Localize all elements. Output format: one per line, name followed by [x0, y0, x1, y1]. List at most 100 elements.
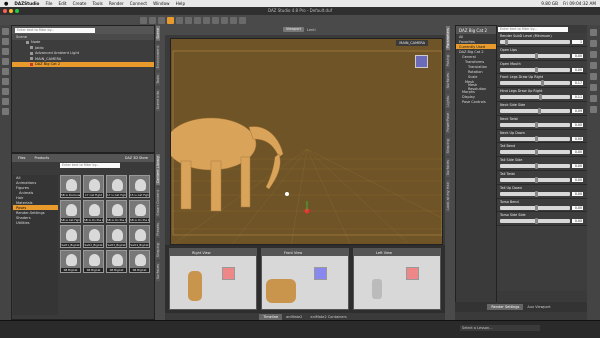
- param-slider[interactable]: Neck Up Down 0.00: [497, 130, 587, 144]
- toolbar-button[interactable]: [221, 16, 228, 24]
- panel-icon[interactable]: [590, 84, 597, 91]
- aux-view-left[interactable]: Left View: [353, 248, 441, 310]
- param-slider[interactable]: Tail Up Down 0.00: [497, 185, 587, 199]
- param-slider[interactable]: Tail Side Side 0.00: [497, 157, 587, 171]
- slider-track[interactable]: [500, 108, 570, 113]
- undo-icon[interactable]: [2, 68, 9, 75]
- tab-aux-viewport[interactable]: Aux Viewport: [523, 304, 554, 310]
- tab-surfaces-2[interactable]: Surfaces: [446, 158, 450, 178]
- toolbar-button[interactable]: [185, 16, 192, 24]
- content-thumbnail[interactable]: 17 is Cat Fight: [106, 175, 127, 198]
- tab-look-at-my-hair[interactable]: Look at my Hair: [446, 180, 450, 212]
- panel-icon[interactable]: [590, 29, 597, 36]
- panel-icon[interactable]: [590, 106, 597, 113]
- tab-content-library[interactable]: Content Library: [156, 154, 160, 186]
- tab-environment[interactable]: Environment: [156, 43, 160, 71]
- content-thumbnail[interactable]: SB is On the Roll: [106, 200, 127, 223]
- slider-knob[interactable]: [535, 176, 538, 183]
- param-slider[interactable]: Neck Twist 0.00: [497, 116, 587, 130]
- slider-knob[interactable]: [535, 66, 538, 73]
- 3d-viewport[interactable]: MAIN_CAMERA: [170, 38, 443, 245]
- param-slider[interactable]: Torso Bend 0.00: [497, 199, 587, 213]
- param-slider[interactable]: Neck Side Side 0.09: [497, 102, 587, 116]
- tab-shaping[interactable]: Shaping: [446, 136, 450, 156]
- content-thumbnail[interactable]: SB is On the Roll: [83, 200, 104, 223]
- panel-icon[interactable]: [590, 62, 597, 69]
- slider-knob[interactable]: [535, 149, 538, 156]
- panel-icon[interactable]: [590, 40, 597, 47]
- scene-item-selected[interactable]: DAZ Big Cat 2: [12, 61, 154, 67]
- content-thumbnail[interactable]: SB is On the Roll: [129, 200, 150, 223]
- tab-daz-store[interactable]: DAZ 3D Store: [121, 155, 151, 161]
- tab-files[interactable]: Files: [15, 155, 29, 161]
- menu-window[interactable]: Window: [153, 1, 170, 6]
- content-search-input[interactable]: Enter text to filter by...: [60, 163, 120, 168]
- tab-surfaces[interactable]: Surfaces: [446, 71, 450, 91]
- panel-icon[interactable]: [590, 73, 597, 80]
- param-tree-item[interactable]: Pose Controls: [456, 99, 496, 104]
- slider-track[interactable]: [500, 81, 570, 86]
- aux-view-front[interactable]: Front View: [261, 248, 349, 310]
- universal-tool-button[interactable]: [167, 16, 174, 24]
- toolbar-button[interactable]: [194, 16, 201, 24]
- content-thumbnail[interactable]: SB is Dominance: [60, 175, 81, 198]
- tab-shaping[interactable]: Shaping: [156, 240, 160, 259]
- tab-posing[interactable]: Posing: [446, 53, 450, 69]
- content-thumbnail[interactable]: Sw02_BigCat: [83, 225, 104, 248]
- param-slider[interactable]: Torso Side Side 0.00: [497, 212, 587, 227]
- apple-icon[interactable]: ●: [4, 1, 8, 7]
- panel-icon[interactable]: [590, 51, 597, 58]
- viewport-camera-selector[interactable]: MAIN_CAMERA: [396, 40, 428, 46]
- slider-knob[interactable]: [539, 94, 542, 101]
- slider-knob[interactable]: [535, 163, 538, 170]
- universal-manipulator[interactable]: [285, 192, 313, 214]
- slider-track[interactable]: [500, 40, 570, 44]
- save-icon[interactable]: [2, 48, 9, 55]
- tab-presets[interactable]: Presets: [156, 220, 160, 238]
- slider-knob[interactable]: [535, 135, 538, 142]
- minimize-window-button[interactable]: [9, 9, 13, 13]
- toolbar-button[interactable]: [140, 16, 147, 24]
- tab-lenti[interactable]: Lenti: [307, 28, 316, 32]
- slider-knob[interactable]: [535, 52, 538, 59]
- menu-render[interactable]: Render: [109, 1, 124, 6]
- parameters-search-input[interactable]: Enter text to filter by...: [498, 27, 568, 32]
- lock-icon[interactable]: [2, 98, 9, 105]
- tab-powerpose[interactable]: PowerPose: [446, 111, 450, 134]
- slider-knob[interactable]: [535, 121, 538, 128]
- tab-parameters[interactable]: Parameters: [446, 26, 450, 51]
- tab-render-settings[interactable]: Render Settings: [487, 304, 524, 310]
- slider-knob[interactable]: [505, 39, 508, 45]
- tab-surfaces[interactable]: Surfaces: [156, 261, 160, 282]
- tab-smart-content[interactable]: Smart Content: [156, 188, 160, 218]
- zoom-window-button[interactable]: [15, 9, 19, 13]
- content-thumbnail[interactable]: 15 is Cat Fight: [129, 175, 150, 198]
- param-slider[interactable]: Tail Bend 0.00: [497, 143, 587, 158]
- param-slider[interactable]: Render SubD Level (Minimum) 1: [497, 33, 587, 47]
- redo-icon[interactable]: [2, 78, 9, 85]
- render-icon[interactable]: [2, 88, 9, 95]
- content-thumbnail[interactable]: SB BigCat: [129, 250, 150, 273]
- category-item[interactable]: Utilities: [13, 220, 58, 225]
- slider-knob[interactable]: [541, 80, 544, 87]
- menu-help[interactable]: Help: [176, 1, 186, 6]
- menu-create[interactable]: Create: [73, 1, 87, 6]
- slider-knob[interactable]: [535, 190, 538, 197]
- content-thumbnail[interactable]: Sw04_BigCat: [129, 225, 150, 248]
- param-slider[interactable]: Open Lips 0.00: [497, 47, 587, 61]
- slider-knob[interactable]: [535, 204, 538, 211]
- menu-edit[interactable]: Edit: [58, 1, 66, 6]
- tab-scene[interactable]: Scene: [156, 26, 160, 41]
- menu-file[interactable]: File: [45, 1, 52, 6]
- content-thumbnail[interactable]: SB BigCat: [106, 250, 127, 273]
- toolbar-button[interactable]: [230, 16, 237, 24]
- view-cube-icon[interactable]: [415, 55, 428, 68]
- app-menu[interactable]: DAZStudio: [14, 1, 39, 6]
- content-thumbnail[interactable]: Sw03_BigCat: [106, 225, 127, 248]
- content-thumbnail[interactable]: SB is Cat Fight: [60, 200, 81, 223]
- slider-knob[interactable]: [535, 218, 538, 225]
- menu-connect[interactable]: Connect: [130, 1, 147, 6]
- toolbar-button[interactable]: [176, 16, 183, 24]
- tab-viewport[interactable]: Viewport: [283, 27, 304, 32]
- close-window-button[interactable]: [3, 9, 7, 13]
